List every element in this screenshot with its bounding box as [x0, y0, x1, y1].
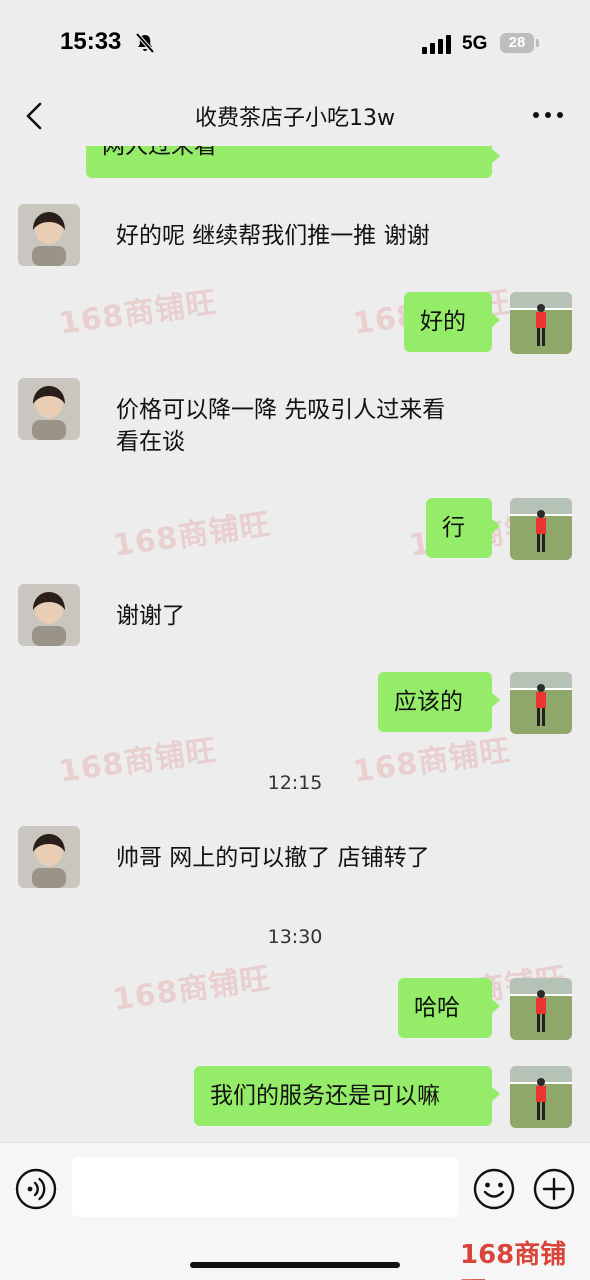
- incoming-message[interactable]: 谢谢了: [100, 586, 260, 646]
- message-text-line: 价格可以降一降 先吸引人过来看: [116, 397, 446, 423]
- contact-avatar[interactable]: [18, 584, 80, 646]
- message-timestamp: 13:30: [267, 926, 323, 948]
- chat-title: 收费茶店子小吃13w: [195, 106, 395, 131]
- message-text: 帅哥 网上的可以撤了 店铺转了: [116, 845, 430, 871]
- signal-bars-icon: [422, 35, 451, 54]
- emoji-button[interactable]: [472, 1167, 516, 1211]
- chat-header: 收费茶店子小吃13w: [0, 88, 590, 146]
- watermark: 168商铺旺: [56, 285, 219, 342]
- my-avatar[interactable]: [510, 292, 572, 354]
- contact-avatar[interactable]: [18, 378, 80, 440]
- outgoing-message[interactable]: 我们的服务还是可以嘛: [194, 1066, 500, 1126]
- my-avatar[interactable]: [510, 1066, 572, 1128]
- my-avatar[interactable]: [510, 978, 572, 1040]
- voice-icon: [15, 1168, 57, 1210]
- bell-slash-icon: [135, 32, 155, 54]
- emoji-icon: [473, 1168, 515, 1210]
- outgoing-message[interactable]: 应该的: [378, 672, 500, 732]
- my-avatar[interactable]: [510, 672, 572, 734]
- brand-watermark: 168商铺旺: [460, 1240, 567, 1280]
- incoming-message[interactable]: 好的呢 继续帮我们推一推 谢谢: [100, 206, 500, 266]
- message-input[interactable]: [72, 1157, 458, 1217]
- message-text: 应该的: [394, 689, 463, 715]
- plus-button[interactable]: [532, 1167, 576, 1211]
- message-timestamp: 12:15: [267, 772, 323, 794]
- battery-tip: [536, 39, 539, 47]
- message-text: 谢谢了: [116, 603, 185, 629]
- message-text-line: 看在谈: [116, 429, 185, 455]
- message-text: 好的: [420, 309, 466, 335]
- contact-avatar[interactable]: [18, 826, 80, 888]
- watermark: 168商铺旺: [110, 961, 273, 1018]
- chat-screen: 15:33 5G 28 收费茶店子小吃13w 168商铺旺 168商铺旺 168…: [0, 0, 590, 1280]
- watermark: 168商铺旺: [110, 507, 273, 564]
- message-text: 好的呢 继续帮我们推一推 谢谢: [116, 223, 430, 249]
- more-button[interactable]: [528, 100, 568, 130]
- chevron-left-icon: [26, 102, 42, 130]
- back-button[interactable]: [18, 96, 54, 136]
- message-text: 我们的服务还是可以嘛: [210, 1083, 440, 1109]
- message-text: 行: [442, 515, 465, 541]
- outgoing-message[interactable]: 好的: [404, 292, 500, 352]
- incoming-message[interactable]: 价格可以降一降 先吸引人过来看 看在谈: [100, 380, 500, 470]
- status-bar: 15:33 5G 28: [0, 0, 590, 88]
- outgoing-message[interactable]: 行: [426, 498, 500, 558]
- message-text: 哈哈: [414, 995, 460, 1021]
- status-time: 15:33: [60, 28, 122, 55]
- message-text: 网人过来看: [102, 146, 217, 159]
- network-type: 5G: [462, 33, 488, 54]
- more-dots-icon: [533, 112, 563, 118]
- home-indicator[interactable]: [190, 1262, 400, 1268]
- voice-button[interactable]: [14, 1167, 58, 1211]
- incoming-message[interactable]: 帅哥 网上的可以撤了 店铺转了: [100, 828, 500, 888]
- battery-level: 28: [500, 33, 534, 53]
- my-avatar[interactable]: [510, 498, 572, 560]
- contact-avatar[interactable]: [18, 204, 80, 266]
- plus-icon: [533, 1168, 575, 1210]
- outgoing-message[interactable]: 哈哈: [398, 978, 500, 1038]
- message-list[interactable]: 168商铺旺 168商铺旺 168商铺旺 168商铺旺 168商铺旺 168商铺…: [0, 146, 590, 1140]
- outgoing-message[interactable]: 网人过来看: [86, 146, 500, 178]
